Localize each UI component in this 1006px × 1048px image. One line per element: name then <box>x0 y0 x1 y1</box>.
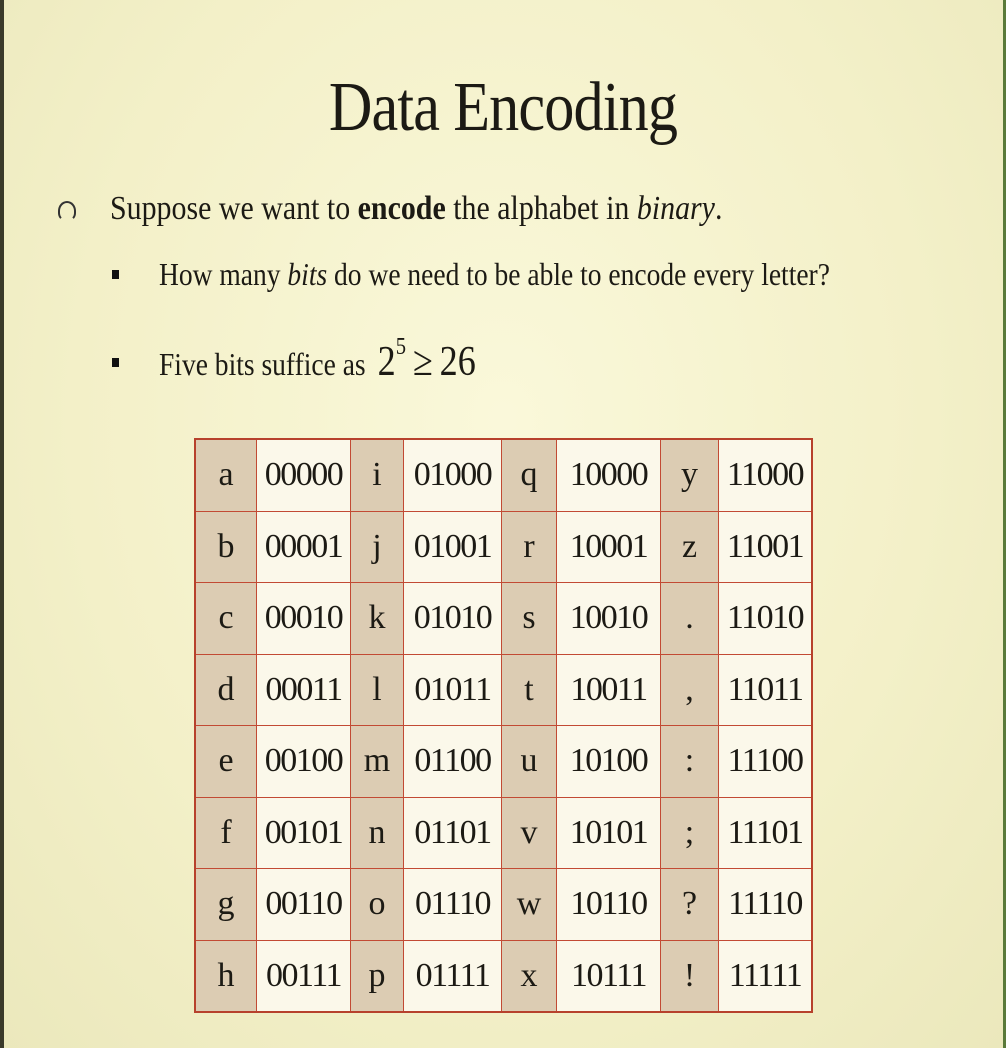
binary-code-cell: 10100 <box>556 725 661 798</box>
binary-code-cell: 10000 <box>556 438 661 512</box>
binary-code-cell: 11000 <box>718 438 813 512</box>
binary-code-cell: 00101 <box>256 796 351 869</box>
bullet-text-question: How many bits do we need to be able to e… <box>159 256 830 292</box>
binary-code-cell: 01011 <box>403 653 502 726</box>
binary-code-cell: 01100 <box>403 725 502 798</box>
binary-code-cell: 10010 <box>556 582 661 655</box>
binary-code-cell: 10110 <box>556 868 661 941</box>
binary-code-cell: 11011 <box>718 653 813 726</box>
symbol-cell: x <box>501 939 557 1013</box>
symbol-cell: i <box>350 438 404 512</box>
binary-code-cell: 00010 <box>256 582 351 655</box>
symbol-cell: : <box>660 725 719 798</box>
binary-code-cell: 00001 <box>256 510 351 583</box>
binary-code-cell: 00100 <box>256 725 351 798</box>
symbol-cell: h <box>194 939 257 1013</box>
table-row: d 00011 l 01011 t 10011, 11011 <box>194 653 813 726</box>
symbol-cell: . <box>660 582 719 655</box>
binary-code-cell: 10101 <box>556 796 661 869</box>
symbol-cell: ? <box>660 868 719 941</box>
symbol-cell: , <box>660 653 719 726</box>
binary-code-cell: 01001 <box>403 510 502 583</box>
symbol-cell: ! <box>660 939 719 1013</box>
table-row: e 00100 m 01100 u 10100:11100 <box>194 725 813 798</box>
bullet-text-encode: Suppose we want to encode the alphabet i… <box>110 190 723 227</box>
binary-code-cell: 01110 <box>403 868 502 941</box>
binary-code-cell: 11100 <box>718 725 813 798</box>
binary-code-cell: 00110 <box>256 868 351 941</box>
binary-code-cell: 11101 <box>718 796 813 869</box>
symbol-cell: s <box>501 582 557 655</box>
binary-code-cell: 01101 <box>403 796 502 869</box>
bullet-level2-answer: Five bits suffice as 25 ≥26 <box>112 334 527 386</box>
binary-code-cell: 11010 <box>718 582 813 655</box>
symbol-cell: w <box>501 868 557 941</box>
binary-code-cell: 00111 <box>256 939 351 1013</box>
symbol-cell: m <box>350 725 404 798</box>
symbol-cell: o <box>350 868 404 941</box>
symbol-cell: q <box>501 438 557 512</box>
symbol-cell: j <box>350 510 404 583</box>
binary-code-cell: 10011 <box>556 653 661 726</box>
binary-code-cell: 11110 <box>718 868 813 941</box>
binary-code-cell: 00000 <box>256 438 351 512</box>
symbol-cell: b <box>194 510 257 583</box>
binary-code-cell: 01000 <box>403 438 502 512</box>
square-bullet-icon <box>112 270 119 279</box>
table-row: h 00111 p 01111 x 10111! 11111 <box>194 939 813 1013</box>
symbol-cell: t <box>501 653 557 726</box>
square-bullet-icon <box>112 357 119 367</box>
symbol-cell: ; <box>660 796 719 869</box>
binary-code-cell: 01111 <box>403 939 502 1013</box>
symbol-cell: u <box>501 725 557 798</box>
symbol-cell: c <box>194 582 257 655</box>
binary-code-cell: 10001 <box>556 510 661 583</box>
symbol-cell: z <box>660 510 719 583</box>
binary-code-cell: 10111 <box>556 939 661 1013</box>
symbol-cell: d <box>194 653 257 726</box>
symbol-cell: l <box>350 653 404 726</box>
encoding-table: a 00000 i 01000 q 10000 y 11000 b 00001 j 01001 r 100… <box>194 438 813 1013</box>
symbol-cell: f <box>194 796 257 869</box>
left-edge <box>0 0 4 1048</box>
symbol-cell: g <box>194 868 257 941</box>
slide-background: Data Encoding Suppose we want to encode … <box>0 0 1006 1048</box>
slide-title: Data Encoding <box>328 69 678 146</box>
binary-code-cell: 00011 <box>256 653 351 726</box>
bullet-level1: Suppose we want to encode the alphabet i… <box>58 190 806 228</box>
table-row: c 00010 k 01010 s 10010. 11010 <box>194 582 813 655</box>
table-row: b 00001 j 01001 r 10001 z 11001 <box>194 510 813 583</box>
symbol-cell: a <box>194 438 257 512</box>
table-row: a 00000 i 01000 q 10000 y 11000 <box>194 438 813 512</box>
bullet-level2-question: How many bits do we need to be able to e… <box>112 256 939 293</box>
ring-bullet-icon <box>58 201 76 221</box>
binary-code-cell: 01010 <box>403 582 502 655</box>
symbol-cell: v <box>501 796 557 869</box>
symbol-cell: y <box>660 438 719 512</box>
binary-code-cell: 11111 <box>718 939 813 1013</box>
math-expression: 25 ≥26 <box>377 334 476 385</box>
symbol-cell: k <box>350 582 404 655</box>
table-row: f 00101 n 01101 v 10101; 11101 <box>194 796 813 869</box>
symbol-cell: p <box>350 939 404 1013</box>
binary-code-cell: 11001 <box>718 510 813 583</box>
symbol-cell: r <box>501 510 557 583</box>
symbol-cell: n <box>350 796 404 869</box>
bullet-text-answer: Five bits suffice as 25 ≥26 <box>159 334 476 385</box>
symbol-cell: e <box>194 725 257 798</box>
table-row: g 00110 o 01110 w 10110? 11110 <box>194 868 813 941</box>
